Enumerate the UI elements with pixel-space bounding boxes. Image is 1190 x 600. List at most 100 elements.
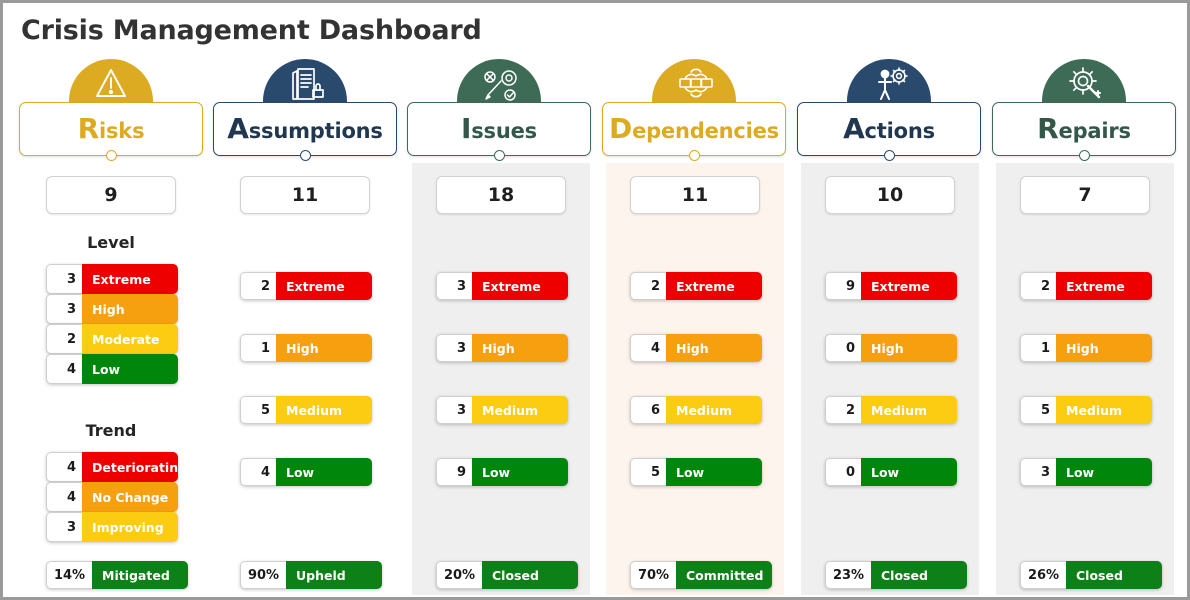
row-label: Medium bbox=[276, 396, 372, 424]
row-count: 5 bbox=[1020, 396, 1056, 424]
column-panel-repairs bbox=[996, 163, 1174, 595]
tab-issues[interactable]: Issues bbox=[407, 102, 591, 156]
tab-risks[interactable]: Risks bbox=[19, 102, 203, 156]
footer-row-assumptions: 90% Upheld bbox=[240, 561, 382, 589]
tab-label-dependencies: Dependencies bbox=[609, 115, 779, 143]
column-panel-issues bbox=[412, 163, 590, 595]
total-box-dependencies: 11 bbox=[630, 176, 760, 214]
tab-label-capital: I bbox=[461, 112, 472, 145]
row-label: Extreme bbox=[861, 272, 957, 300]
tab-label-rest: ctions bbox=[864, 119, 936, 143]
row-label: High bbox=[1056, 334, 1152, 362]
row-count: 3 bbox=[436, 396, 472, 424]
data-row: 4 Low bbox=[46, 354, 178, 384]
tab-actions[interactable]: Actions bbox=[797, 102, 981, 156]
document-stamp-icon bbox=[263, 59, 347, 103]
row-count: 2 bbox=[630, 272, 666, 300]
row-count: 5 bbox=[240, 396, 276, 424]
total-value-repairs: 7 bbox=[1078, 184, 1092, 206]
tab-label-repairs: Repairs bbox=[1037, 115, 1131, 143]
tab-label-rest: ssumptions bbox=[248, 119, 383, 143]
footer-row-issues: 20% Closed bbox=[436, 561, 578, 589]
data-row: 9 Low bbox=[436, 458, 568, 486]
row-label: High bbox=[472, 334, 568, 362]
row-count: 4 bbox=[46, 354, 82, 384]
data-row: 0 Low bbox=[825, 458, 957, 486]
footer-percent: 26% bbox=[1020, 561, 1066, 589]
tab-assumptions[interactable]: Assumptions bbox=[213, 102, 397, 156]
row-label: Moderate bbox=[82, 324, 178, 354]
data-row: 4 High bbox=[630, 334, 762, 362]
total-value-dependencies: 11 bbox=[681, 184, 709, 206]
tab-repairs[interactable]: Repairs bbox=[992, 102, 1176, 156]
row-label: Medium bbox=[1056, 396, 1152, 424]
row-label: Extreme bbox=[276, 272, 372, 300]
data-row: 1 High bbox=[240, 334, 372, 362]
tab-label-rest: epairs bbox=[1058, 119, 1132, 143]
data-row: 5 Low bbox=[630, 458, 762, 486]
gear-wrench-icon bbox=[1042, 59, 1126, 103]
data-row: 4 No Change bbox=[46, 482, 178, 512]
row-count: 3 bbox=[1020, 458, 1056, 486]
tab-label-rest: ependencies bbox=[632, 119, 779, 143]
person-gear-icon bbox=[847, 59, 931, 103]
tab-knob-actions[interactable] bbox=[883, 150, 895, 161]
tab-knob-assumptions[interactable] bbox=[299, 150, 311, 161]
total-value-actions: 10 bbox=[876, 184, 904, 206]
row-label: Extreme bbox=[82, 264, 178, 294]
footer-label: Closed bbox=[1066, 561, 1162, 589]
footer-row-repairs: 26% Closed bbox=[1020, 561, 1162, 589]
tab-label-rest: isks bbox=[99, 119, 145, 143]
tab-knob-issues[interactable] bbox=[493, 150, 505, 161]
footer-percent: 14% bbox=[46, 561, 92, 589]
data-row: 2 Medium bbox=[825, 396, 957, 424]
footer-label: Closed bbox=[871, 561, 967, 589]
row-count: 3 bbox=[46, 264, 82, 294]
data-row: 3 High bbox=[46, 294, 178, 324]
total-box-actions: 10 bbox=[825, 176, 955, 214]
tab-label-capital: R bbox=[1037, 112, 1059, 145]
row-count: 2 bbox=[46, 324, 82, 354]
dashboard-frame: Crisis Management Dashboard Risks 9 Level 3… bbox=[0, 0, 1190, 600]
tab-dependencies[interactable]: Dependencies bbox=[602, 102, 786, 156]
total-value-risks: 9 bbox=[104, 184, 118, 206]
footer-percent: 90% bbox=[240, 561, 286, 589]
tab-label-capital: A bbox=[227, 112, 249, 145]
total-box-repairs: 7 bbox=[1020, 176, 1150, 214]
row-label: Medium bbox=[472, 396, 568, 424]
row-label: Low bbox=[276, 458, 372, 486]
tab-knob-repairs[interactable] bbox=[1078, 150, 1090, 161]
section-heading-risks-1: Trend bbox=[85, 421, 137, 440]
page-title: Crisis Management Dashboard bbox=[21, 15, 482, 46]
tab-label-capital: D bbox=[609, 112, 633, 145]
row-count: 9 bbox=[436, 458, 472, 486]
warning-triangle-icon bbox=[69, 59, 153, 103]
row-count: 6 bbox=[630, 396, 666, 424]
footer-percent: 23% bbox=[825, 561, 871, 589]
tab-knob-dependencies[interactable] bbox=[688, 150, 700, 161]
row-count: 2 bbox=[240, 272, 276, 300]
row-label: Low bbox=[82, 354, 178, 384]
row-label: No Change bbox=[82, 482, 178, 512]
data-row: 2 Extreme bbox=[240, 272, 372, 300]
data-row: 3 Improving bbox=[46, 512, 178, 542]
tab-label-issues: Issues bbox=[461, 115, 537, 143]
tab-knob-risks[interactable] bbox=[105, 150, 117, 161]
data-row: 9 Extreme bbox=[825, 272, 957, 300]
data-row: 3 Extreme bbox=[46, 264, 178, 294]
total-value-issues: 18 bbox=[487, 184, 515, 206]
tab-label-risks: Risks bbox=[78, 115, 145, 143]
row-label: High bbox=[276, 334, 372, 362]
data-row: 4 Deteriorating bbox=[46, 452, 178, 482]
tab-label-actions: Actions bbox=[843, 115, 935, 143]
row-label: High bbox=[82, 294, 178, 324]
data-row: 4 Low bbox=[240, 458, 372, 486]
row-count: 4 bbox=[46, 452, 82, 482]
total-value-assumptions: 11 bbox=[291, 184, 319, 206]
footer-row-dependencies: 70% Committed bbox=[630, 561, 772, 589]
data-row: 0 High bbox=[825, 334, 957, 362]
total-box-issues: 18 bbox=[436, 176, 566, 214]
total-box-assumptions: 11 bbox=[240, 176, 370, 214]
row-label: Medium bbox=[666, 396, 762, 424]
footer-percent: 20% bbox=[436, 561, 482, 589]
